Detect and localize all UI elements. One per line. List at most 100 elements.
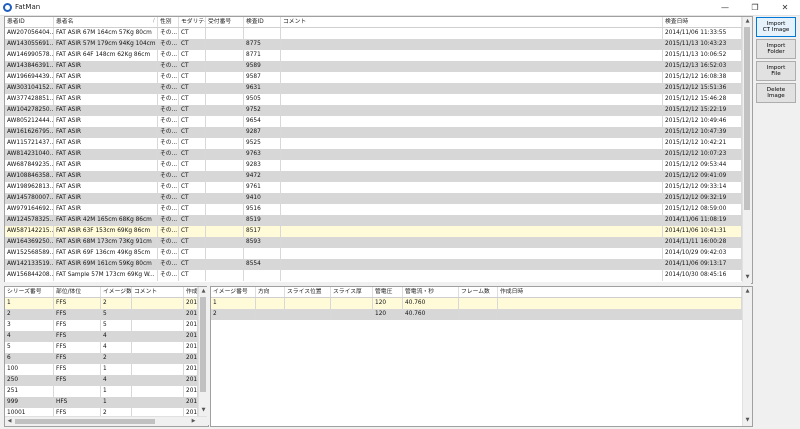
patients-cell [206, 248, 244, 259]
patients-table-row[interactable]: AW152568589... FAT ASIR 69F 136cm 49Kg 85… [5, 248, 752, 259]
series-column-header[interactable]: コメント [132, 287, 184, 297]
import-ct-image-button[interactable]: Import CT Image [756, 17, 796, 37]
scroll-right-icon[interactable]: ▶ [189, 417, 198, 426]
patients-cell: FAT ASIR [54, 149, 158, 160]
images-column-header[interactable]: スライス厚 [331, 287, 373, 297]
series-table-row[interactable]: 999HFS1 2014 [5, 397, 208, 408]
patients-column-header[interactable]: 患者ID [5, 17, 54, 27]
patients-table-row[interactable]: AW196694439... FAT ASIR その... CT 9587 2015/12… [5, 72, 752, 83]
patients-cell: 9763 [244, 149, 281, 160]
series-table-row[interactable]: 250FFS4 2014 [5, 375, 208, 386]
patients-cell: CT [179, 39, 206, 50]
patients-table-row[interactable]: AW164369250... FAT ASIR 68M 173cm 73Kg 91… [5, 237, 752, 248]
images-cell [285, 298, 331, 309]
series-column-header[interactable]: 作成 [184, 287, 198, 297]
patients-cell: 9516 [244, 204, 281, 215]
images-column-header[interactable]: スライス位置 [285, 287, 331, 297]
patients-cell: AW156844208... [5, 270, 54, 281]
maximize-button[interactable]: ❐ [740, 0, 770, 15]
scroll-thumb[interactable] [15, 419, 155, 424]
scroll-thumb[interactable] [744, 27, 750, 210]
patients-table-row[interactable]: AW108846358... FAT ASIR その... CT 9472 2015/12… [5, 171, 752, 182]
patients-cell: 9410 [244, 193, 281, 204]
import-file-button[interactable]: Import File [756, 61, 796, 81]
series-table-row[interactable]: 4FFS4 2014 [5, 331, 208, 342]
patient-table[interactable]: 患者ID患者名性別モダリティ受付番号検査IDコメント検査日時 AW2070564… [4, 16, 753, 284]
images-column-header[interactable]: 管電圧 [373, 287, 403, 297]
scroll-down-icon[interactable]: ▼ [743, 273, 752, 282]
images-column-header[interactable]: 管電流・秒 [403, 287, 459, 297]
series-table-row[interactable]: 6FFS2 2014 [5, 353, 208, 364]
patients-table-row[interactable]: AW303104152... FAT ASIR その... CT 9631 2015/12… [5, 83, 752, 94]
series-table-row[interactable]: 251 1 2014 [5, 386, 208, 397]
images-column-header[interactable]: 作成日時 [498, 287, 742, 297]
patients-table-row[interactable]: AW805212444... FAT ASIR その... CT 9654 2015/12… [5, 116, 752, 127]
scroll-down-icon[interactable]: ▼ [743, 416, 752, 425]
patients-table-row[interactable]: AW161626795... FAT ASIR その... CT 9287 2015/12… [5, 127, 752, 138]
minimize-button[interactable]: — [710, 0, 740, 15]
series-table-row[interactable]: 100FFS1 2014 [5, 364, 208, 375]
patients-cell: CT [179, 204, 206, 215]
images-column-header[interactable]: 方向 [256, 287, 285, 297]
patients-table-row[interactable]: AW145780007... FAT ASIR その... CT 9410 2015/12… [5, 193, 752, 204]
image-vertical-scrollbar[interactable]: ▲ ▼ [742, 287, 752, 426]
scroll-thumb[interactable] [200, 297, 206, 392]
patients-cell: 8517 [244, 226, 281, 237]
patients-cell: CT [179, 116, 206, 127]
series-table-row[interactable]: 3FFS5 2014 [5, 320, 208, 331]
patients-table-row[interactable]: AW377428851... FAT ASIR その... CT 9505 2015/12… [5, 94, 752, 105]
patients-cell [281, 149, 663, 160]
images-table-row[interactable]: 2 120 40.760 [211, 309, 752, 320]
patients-table-row[interactable]: AW115721437... FAT ASIR その... CT 9525 2015/12… [5, 138, 752, 149]
patients-table-row[interactable]: AW146990578... FAT ASIR 64F 148cm 62Kg 86… [5, 50, 752, 61]
series-table[interactable]: シリーズ番号部位/体位イメージ数コメント作成 1FFS220142FFS5201… [4, 286, 209, 427]
patients-table-row[interactable]: AW143055691... FAT ASIR 57M 179cm 94Kg 10… [5, 39, 752, 50]
series-table-row[interactable]: 2FFS5 2014 [5, 309, 208, 320]
patients-table-row[interactable]: AW198962813... FAT ASIR その... CT 9761 2015/12… [5, 182, 752, 193]
patients-column-header[interactable]: 検査日時 [663, 17, 742, 27]
scroll-left-icon[interactable]: ◀ [5, 417, 14, 426]
patients-column-header[interactable]: モダリティ [179, 17, 206, 27]
scroll-up-icon[interactable]: ▲ [743, 17, 752, 26]
series-table-row[interactable]: 5FFS4 2014 [5, 342, 208, 353]
series-column-header[interactable]: シリーズ番号 [5, 287, 54, 297]
delete-image-button[interactable]: Delete Image [756, 83, 796, 103]
patients-column-header[interactable]: 性別 [158, 17, 179, 27]
patients-table-row[interactable]: AW207056404... FAT ASIR 67M 164cm 57Kg 80… [5, 28, 752, 39]
import-folder-button[interactable]: Import Folder [756, 39, 796, 59]
patients-table-row[interactable]: AW156844208... FAT Sample 57M 173cm 69Kg … [5, 270, 752, 281]
patients-table-row[interactable]: AW124578325... FAT ASIR 42M 165cm 68Kg 86… [5, 215, 752, 226]
patient-vertical-scrollbar[interactable]: ▲ ▼ [742, 17, 752, 283]
images-column-header[interactable]: フレーム数 [459, 287, 498, 297]
patients-column-header[interactable]: 患者名 [54, 17, 158, 27]
patients-cell [206, 116, 244, 127]
patients-table-row[interactable]: AW143846391... FAT ASIR その... CT 9589 2015/12… [5, 61, 752, 72]
series-column-header[interactable]: イメージ数 [101, 287, 132, 297]
patients-table-row[interactable]: AW587142215... FAT ASIR 63F 153cm 69Kg 86… [5, 226, 752, 237]
scroll-up-icon[interactable]: ▲ [743, 287, 752, 296]
patients-cell [206, 94, 244, 105]
series-table-row[interactable]: 1FFS2 2014 [5, 298, 208, 309]
images-column-header[interactable]: イメージ番号 [211, 287, 256, 297]
patients-cell: 9283 [244, 160, 281, 171]
patients-cell: 2015/12/12 09:41:09 [663, 171, 742, 182]
patients-cell: AW687849235... [5, 160, 54, 171]
patients-cell: CT [179, 138, 206, 149]
image-table[interactable]: イメージ番号 方向 スライス位置 スライス厚 管電圧 管電流・秒 フレーム数 作成日時 1 12… [210, 286, 753, 427]
patients-cell: 8775 [244, 39, 281, 50]
patients-table-row[interactable]: AW979164692... FAT ASIR その... CT 9516 2015/12… [5, 204, 752, 215]
series-cell: FFS [54, 342, 101, 353]
series-column-header[interactable]: 部位/体位 [54, 287, 101, 297]
patients-table-row[interactable]: AW142133519... FAT ASIR 69M 161cm 59Kg 80… [5, 259, 752, 270]
patients-table-row[interactable]: AW104278250... FAT ASIR その... CT 9752 2015/12… [5, 105, 752, 116]
patients-column-header[interactable]: 検査ID [244, 17, 281, 27]
patients-cell: FAT ASIR 57M 179cm 94Kg 104cm [54, 39, 158, 50]
images-table-row[interactable]: 1 120 40.760 [211, 298, 752, 309]
patients-column-header[interactable]: 受付番号 [206, 17, 244, 27]
series-cell: 2014 [184, 397, 198, 408]
close-button[interactable]: ✕ [770, 0, 800, 15]
patients-column-header[interactable]: コメント [281, 17, 663, 27]
patients-table-row[interactable]: AW814231040... FAT ASIR その... CT 9763 2015/12… [5, 149, 752, 160]
series-horizontal-scrollbar[interactable]: ◀ ▶ [5, 416, 208, 426]
patients-table-row[interactable]: AW687849235... FAT ASIR その... CT 9283 2015/12… [5, 160, 752, 171]
